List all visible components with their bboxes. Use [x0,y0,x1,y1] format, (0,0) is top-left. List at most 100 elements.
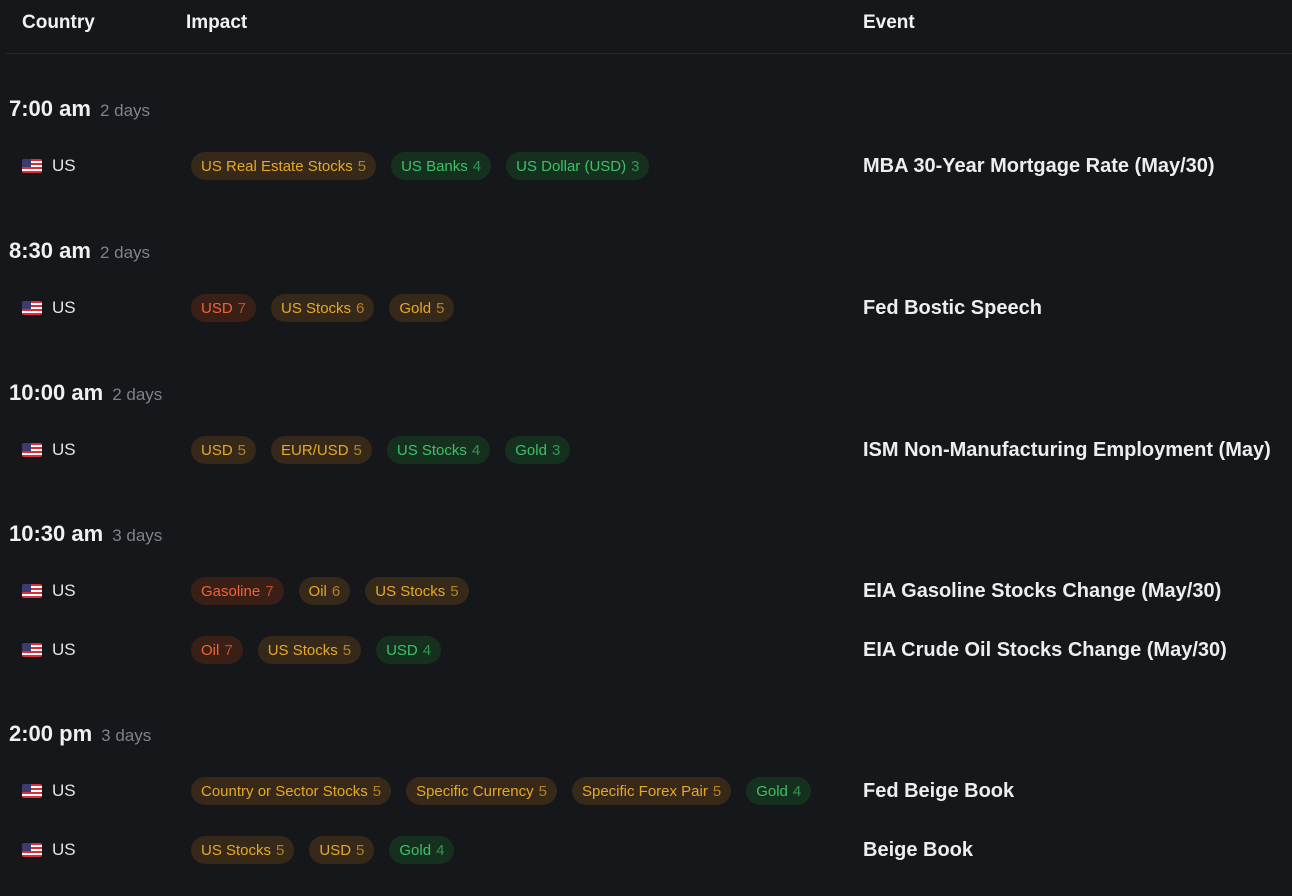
impact-tag[interactable]: US Stocks 5 [191,836,295,864]
us-flag-icon [22,843,42,857]
impact-tag[interactable]: EUR/USD 5 [271,436,372,464]
impact-tag-label: US Stocks [396,441,467,459]
table-row[interactable]: US US Stocks 5 USD 5 Gold 4 Beige Book [0,833,1292,867]
table-row[interactable]: US Oil 7 US Stocks 5 USD 4 EIA Crude Oil Stocks… [0,633,1292,667]
country-name: US [52,156,76,175]
impact-tag-score: 6 [356,299,365,317]
impact-tag-score: 5 [372,782,382,800]
column-header-impact[interactable]: Impact [186,12,247,34]
impact-tag-score: 7 [237,299,247,317]
table-header: Country Impact Event [6,0,1292,54]
event-name[interactable]: Fed Beige Book [863,774,1014,808]
event-name[interactable]: EIA Crude Oil Stocks Change (May/30) [863,633,1227,667]
impact-tag[interactable]: Gold 5 [389,294,455,322]
impact-tag-score: 3 [551,441,561,459]
country-cell: US [22,774,76,808]
time-group-header: 10:00 am 2 days [9,380,162,406]
impact-tag-score: 5 [276,841,285,859]
impact-tag-score: 5 [538,782,547,800]
event-name[interactable]: EIA Gasoline Stocks Change (May/30) [863,574,1221,608]
impact-tags: Gasoline 7 Oil 6 US Stocks 5 [191,574,469,608]
us-flag-icon [22,301,42,315]
impact-tag-label: Gold [515,441,547,459]
impact-tag[interactable]: Country or Sector Stocks 5 [191,777,392,805]
us-flag-icon [22,584,42,598]
column-header-event[interactable]: Event [863,12,915,34]
days-until: 2 days [99,101,151,120]
impact-tag[interactable]: Gasoline 7 [191,577,284,605]
us-flag-icon [22,159,42,173]
event-time: 10:00 am [9,380,104,405]
impact-tag-label: USD [319,841,352,859]
impact-tag[interactable]: USD 5 [309,836,375,864]
impact-tag-score: 5 [356,841,365,859]
impact-tag-score: 5 [357,157,367,175]
impact-tag-label: USD [386,641,418,659]
impact-tags: US Stocks 5 USD 5 Gold 4 [191,833,455,867]
impact-tag-score: 7 [265,582,274,600]
impact-tag-score: 4 [792,782,802,800]
time-group-header: 10:30 am 3 days [9,521,162,547]
table-row[interactable]: US US Real Estate Stocks 5 US Banks 4 US Doll… [0,149,1292,183]
impact-tag[interactable]: US Stocks 5 [365,577,469,605]
impact-tag[interactable]: US Dollar (USD) 3 [506,152,650,180]
impact-tag[interactable]: Gold 4 [389,836,455,864]
days-until: 3 days [112,526,163,545]
table-row[interactable]: US Country or Sector Stocks 5 Specific Curr… [0,774,1292,808]
impact-tag-score: 5 [712,782,722,800]
impact-tags: USD 5 EUR/USD 5 US Stocks 4 Gold 3 [191,433,571,467]
impact-tag[interactable]: US Stocks 5 [257,636,362,664]
country-name: US [52,581,76,600]
country-cell: US [22,833,76,867]
country-cell: US [22,433,76,467]
impact-tag[interactable]: Specific Forex Pair 5 [571,777,732,805]
impact-tag-label: USD [201,441,233,459]
impact-tag[interactable]: US Real Estate Stocks 5 [191,152,377,180]
impact-tag[interactable]: US Banks 4 [391,152,492,180]
impact-tag[interactable]: USD 5 [191,436,257,464]
country-name: US [52,840,76,859]
time-group-header: 8:30 am 2 days [9,238,150,264]
impact-tag[interactable]: Gold 4 [746,777,812,805]
impact-tag-score: 5 [450,582,459,600]
impact-tag-score: 5 [342,641,352,659]
event-name[interactable]: ISM Non-Manufacturing Employment (May) [863,433,1271,467]
table-row[interactable]: US Gasoline 7 Oil 6 US Stocks 5 EIA Gasoline St… [0,574,1292,608]
impact-tag-score: 3 [631,157,640,175]
impact-tag-score: 5 [237,441,247,459]
impact-tag-label: US Stocks [375,582,446,600]
country-name: US [52,440,76,459]
impact-tag[interactable]: Oil 6 [298,577,351,605]
impact-tag[interactable]: USD 7 [191,294,257,322]
country-name: US [52,298,76,317]
table-row[interactable]: US USD 7 US Stocks 6 Gold 5 Fed Bostic Speech [0,291,1292,325]
days-until: 3 days [101,726,152,745]
country-name: US [52,781,76,800]
time-group-header: 7:00 am 2 days [9,96,150,122]
event-time: 10:30 am [9,521,104,546]
impact-tags: USD 7 US Stocks 6 Gold 5 [191,291,455,325]
table-row[interactable]: US USD 5 EUR/USD 5 US Stocks 4 Gold 3 ISM Non-Man… [0,433,1292,467]
impact-tag[interactable]: US Stocks 6 [271,294,375,322]
country-cell: US [22,291,76,325]
impact-tag-label: EUR/USD [281,441,349,459]
impact-tag-score: 4 [422,641,432,659]
impact-tags: US Real Estate Stocks 5 US Banks 4 US Dollar… [191,149,650,183]
impact-tag-label: Gold [399,299,432,317]
column-header-country[interactable]: Country [22,12,95,34]
impact-tag-score: 6 [331,582,341,600]
time-group-header: 2:00 pm 3 days [9,721,151,747]
impact-tag[interactable]: US Stocks 4 [386,436,491,464]
event-name[interactable]: Fed Bostic Speech [863,291,1042,325]
impact-tag[interactable]: Specific Currency 5 [406,777,557,805]
impact-tag[interactable]: Gold 3 [505,436,571,464]
impact-tag[interactable]: Oil 7 [191,636,243,664]
impact-tag-label: Gold [399,841,432,859]
country-name: US [52,640,76,659]
impact-tag-label: Country or Sector Stocks [201,782,368,800]
impact-tag[interactable]: USD 4 [376,636,442,664]
event-name[interactable]: Beige Book [863,833,973,867]
event-name[interactable]: MBA 30-Year Mortgage Rate (May/30) [863,149,1215,183]
impact-tag-label: Gasoline [201,582,261,600]
impact-tag-label: US Banks [401,157,468,175]
